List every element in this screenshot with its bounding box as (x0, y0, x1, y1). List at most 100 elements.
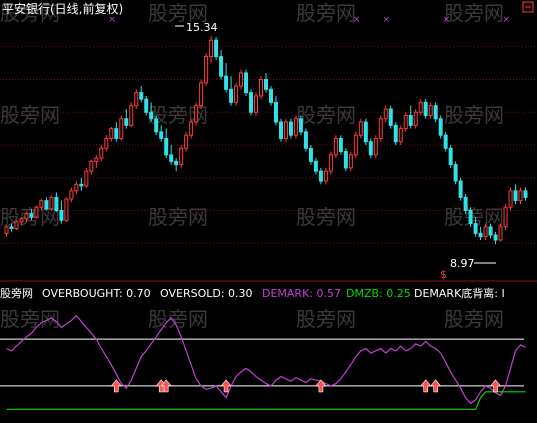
candle-body (209, 39, 214, 58)
candle-body (373, 137, 378, 156)
candle-body (169, 154, 174, 162)
candle-body (79, 183, 84, 187)
chart-canvas: 股旁网 股旁网 股旁网 股旁网 股旁网 股旁网 股旁网 股旁网 股旁网 股旁网 … (0, 0, 537, 423)
candle-body (19, 218, 24, 223)
candle-body (513, 190, 518, 202)
candle-body (39, 200, 44, 208)
candle-body (179, 147, 184, 166)
chart-title: 平安银行(日线,前复权) (2, 1, 123, 16)
candle-body (383, 108, 388, 120)
candle-body (14, 221, 19, 230)
candle-body (104, 137, 109, 149)
candle-body (478, 232, 483, 238)
top-x-marker: × (383, 15, 391, 25)
candle-body (84, 170, 89, 187)
candle-body (74, 183, 79, 192)
candle-body (288, 121, 293, 136)
watermark-16: 股旁网 (444, 307, 504, 331)
candle-body (239, 72, 244, 87)
candle-body (378, 118, 383, 139)
candle-body (298, 118, 303, 133)
candle-body (413, 111, 418, 126)
candle-body (109, 128, 114, 139)
candle-body (119, 118, 124, 139)
candle-body (174, 160, 179, 166)
watermark-10: 股旁网 (148, 205, 208, 229)
candle-body (154, 118, 159, 133)
indicator-name: 股旁网 (0, 286, 33, 300)
candle-body (29, 213, 34, 218)
candle-body (458, 180, 463, 198)
candle-body (124, 118, 129, 126)
candle-body (433, 105, 438, 120)
candle-body (348, 154, 353, 169)
candle-body (313, 160, 318, 172)
candle-body (368, 141, 373, 156)
candle-body (4, 226, 9, 234)
candle-body (129, 105, 134, 126)
candle-body (264, 79, 268, 90)
candle-body (224, 75, 229, 90)
candle-body (328, 154, 333, 172)
candle-body (184, 134, 189, 149)
candle-body (139, 92, 144, 100)
candle-body (24, 213, 29, 220)
candle-body (523, 190, 528, 198)
candle-body (159, 131, 164, 139)
watermark-4: 股旁网 (444, 1, 504, 25)
candle-body (194, 105, 199, 123)
candle-body (278, 121, 283, 139)
candle-body (408, 115, 413, 126)
dmzb-label: DMZB: 0.25 (346, 287, 411, 300)
candle-body (89, 160, 94, 172)
low-dollar-mark: $ (440, 268, 447, 281)
candle-body (388, 108, 393, 126)
candle-body (343, 151, 348, 169)
candle-body (214, 39, 219, 58)
watermark-14: 股旁网 (148, 307, 208, 331)
high-price-label: 15.34 (186, 21, 218, 34)
candle-body (493, 234, 498, 241)
candle-body (134, 92, 139, 107)
candle-body (363, 121, 368, 143)
candle-body (358, 121, 363, 136)
top-x-marker: × (443, 15, 451, 25)
candle-body (219, 56, 224, 77)
candle-body (268, 88, 273, 103)
candle-body (418, 101, 423, 113)
candle-body (508, 190, 513, 208)
watermark-8: 股旁网 (444, 103, 504, 127)
candle-body (403, 115, 408, 130)
candle-body (34, 206, 39, 218)
candle-body (503, 206, 508, 228)
oversold-label: OVERSOLD: 0.30 (160, 287, 253, 300)
candle-body (273, 101, 278, 123)
candle-body (114, 128, 119, 139)
watermark-11: 股旁网 (296, 205, 356, 229)
indicator-header: 股旁网 OVERBOUGHT: 0.70 OVERSOLD: 0.30 DEMA… (0, 286, 505, 300)
watermark-13: 股旁网 (0, 307, 60, 331)
watermark-7: 股旁网 (296, 103, 356, 127)
candle-body (149, 111, 154, 120)
candle-body (69, 190, 74, 200)
watermark-3: 股旁网 (296, 1, 356, 25)
top-x-marker: × (353, 15, 361, 25)
candle-body (448, 147, 453, 166)
candle-body (423, 101, 428, 117)
candle-body (398, 128, 403, 143)
candle-body (303, 131, 308, 149)
candle-body (338, 137, 343, 153)
candle-body (99, 147, 104, 159)
candle-body (473, 223, 478, 234)
candle-body (428, 105, 433, 117)
candle-body (64, 198, 69, 221)
candle-body (453, 164, 458, 182)
watermark-5: 股旁网 (0, 103, 60, 127)
candle-body (468, 210, 473, 225)
low-price-label: 8.97 (450, 257, 475, 270)
candle-body (283, 121, 288, 139)
candle-body (199, 82, 204, 107)
candle-body (488, 226, 493, 236)
top-x-marker: × (108, 15, 116, 25)
candle-body (463, 196, 468, 211)
